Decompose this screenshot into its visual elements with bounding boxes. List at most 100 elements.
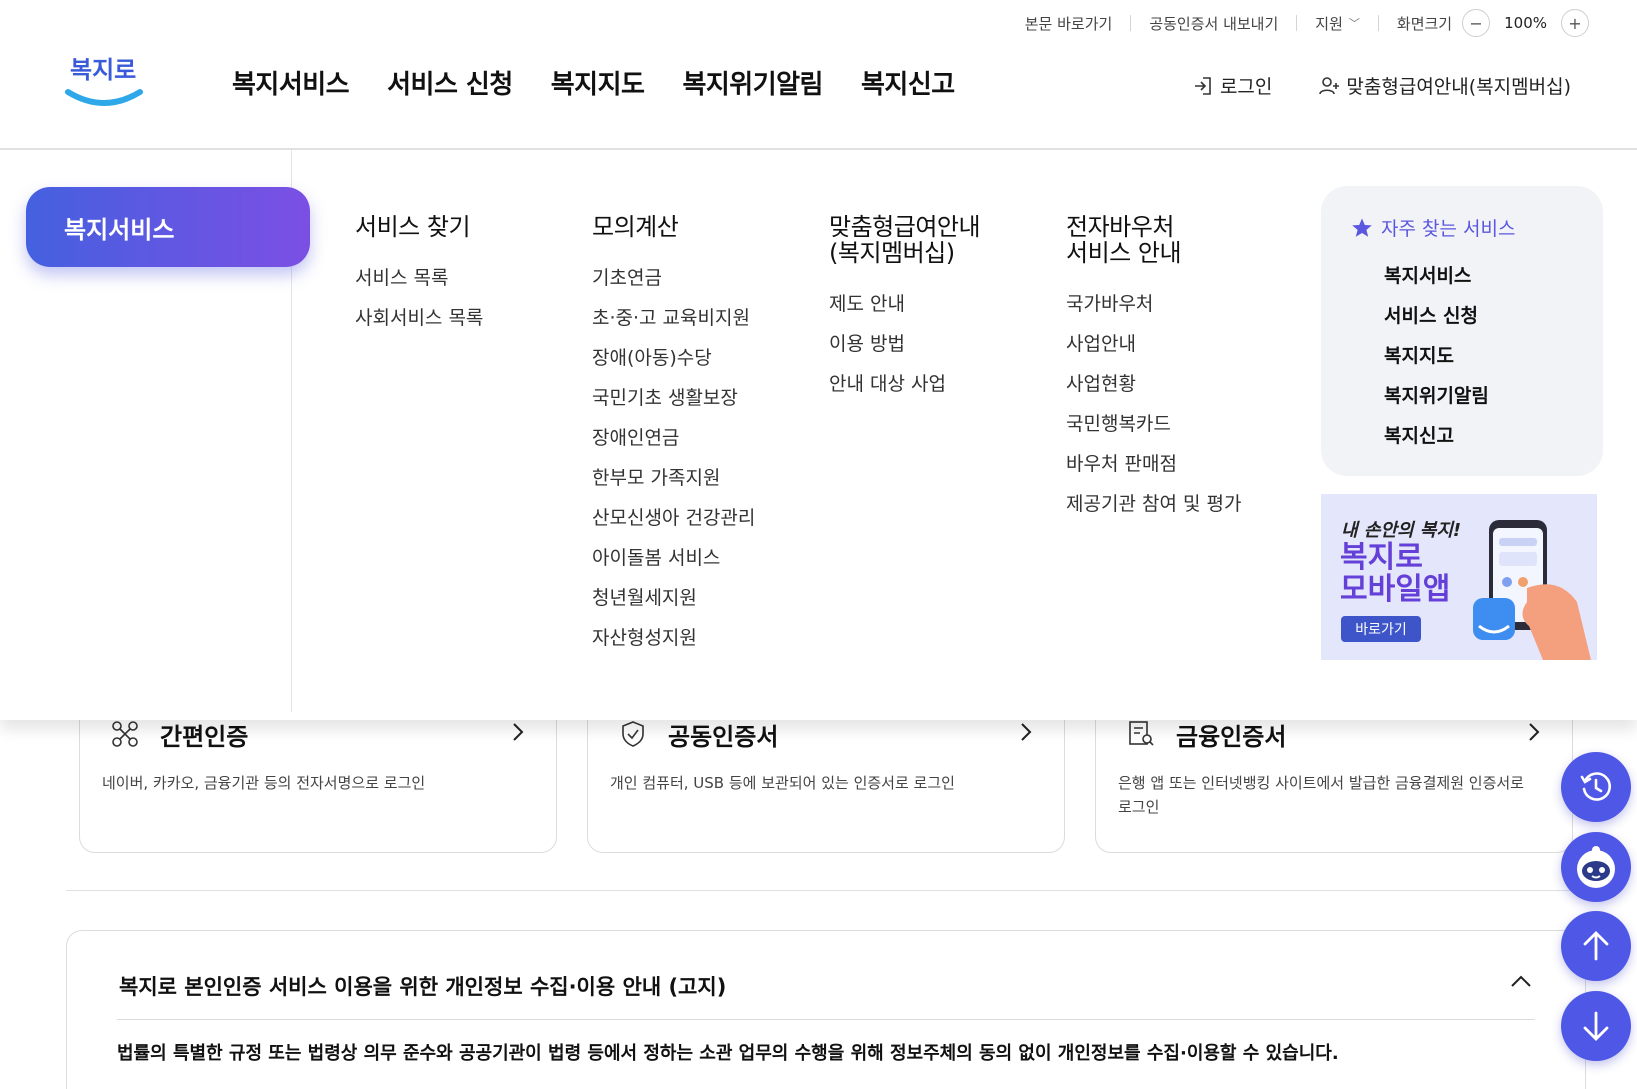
auth-card-title: 공동인증서 — [668, 723, 779, 751]
user-add-icon — [1319, 76, 1340, 94]
banner-go-button[interactable]: 바로가기 — [1341, 616, 1421, 642]
shield-check-icon — [622, 721, 644, 747]
header-actions: 로그인 맞춤형급여안내(복지멤버십) — [1192, 72, 1571, 99]
favorite-link[interactable]: 복지지도 — [1384, 336, 1489, 376]
nav-item-welfare-report[interactable]: 복지신고 — [861, 64, 955, 101]
menu-link[interactable]: 국가바우처 — [1066, 284, 1241, 324]
membership-link[interactable]: 맞춤형급여안내(복지멤버십) — [1318, 72, 1571, 99]
cert-export-link[interactable]: 공동인증서 내보내기 — [1149, 13, 1278, 34]
menu-link[interactable]: 사업안내 — [1066, 324, 1241, 364]
nav-item-crisis-alert[interactable]: 복지위기알림 — [682, 64, 823, 101]
chevron-right-icon — [1529, 723, 1540, 741]
login-button[interactable]: 로그인 — [1192, 72, 1272, 99]
auth-card-desc: 네이버, 카카오, 금융기관 등의 전자서명으로 로그인 — [102, 774, 426, 792]
support-dropdown[interactable]: 지원 ﹀ — [1315, 13, 1360, 34]
auth-card-title: 금융인증서 — [1176, 723, 1287, 751]
menu-column-title[interactable]: 모의계산 — [592, 214, 755, 240]
chatbot-face-icon — [1577, 846, 1615, 888]
auth-card-desc: 은행 앱 또는 인터넷뱅킹 사이트에서 발급한 금융결제원 인증서로 로그인 — [1118, 774, 1524, 816]
menu-column-title[interactable]: 맞춤형급여안내 (복지멤버십) — [829, 214, 981, 266]
auth-card-title: 간편인증 — [160, 723, 249, 751]
menu-link[interactable]: 국민행복카드 — [1066, 404, 1241, 444]
link-nodes-icon — [112, 721, 138, 747]
star-icon — [1352, 218, 1372, 237]
banner-title: 복지로 모바일앱 — [1340, 540, 1451, 607]
utility-bar: 본문 바로가기 공동인증서 내보내기 지원 ﹀ 화면크기 − 100% + — [1025, 9, 1589, 37]
menu-link[interactable]: 사회서비스 목록 — [355, 298, 483, 338]
menu-link[interactable]: 서비스 목록 — [355, 258, 483, 298]
chevron-right-icon — [1021, 723, 1032, 741]
menu-link[interactable]: 자산형성지원 — [592, 618, 755, 658]
menu-link[interactable]: 기초연금 — [592, 258, 755, 298]
site-logo[interactable]: 복지로 — [64, 48, 144, 114]
menu-link[interactable]: 사업현황 — [1066, 364, 1241, 404]
zoom-label: 화면크기 — [1396, 14, 1453, 33]
arrow-up-icon — [1583, 931, 1609, 961]
auth-card-desc: 개인 컴퓨터, USB 등에 보관되어 있는 인증서로 로그인 — [610, 774, 955, 792]
favorites-panel: 자주 찾는 서비스 복지서비스 서비스 신청 복지지도 복지위기알림 복지신고 — [1321, 186, 1603, 476]
mega-menu: 복지서비스 서비스 찾기 서비스 목록 사회서비스 목록 모의계산 기초연금 초… — [0, 150, 1637, 720]
chatbot-button[interactable] — [1561, 832, 1631, 902]
chevron-up-icon[interactable] — [1509, 973, 1533, 989]
menu-column-find-service: 서비스 찾기 서비스 목록 사회서비스 목록 — [355, 214, 483, 338]
banner-tagline: 내 손안의 복지! — [1341, 520, 1462, 541]
zoom-in-button[interactable]: + — [1561, 9, 1589, 37]
login-icon — [1194, 76, 1211, 95]
scroll-bottom-button[interactable] — [1561, 991, 1631, 1061]
divider — [1296, 15, 1298, 31]
document-search-icon — [1129, 721, 1154, 746]
chevron-down-icon: ﹀ — [1348, 17, 1360, 30]
menu-link[interactable]: 국민기초 생활보장 — [592, 378, 755, 418]
zoom-out-button[interactable]: − — [1462, 9, 1491, 37]
menu-column-simulation: 모의계산 기초연금 초·중·고 교육비지원 장애(아동)수당 국민기초 생활보장… — [592, 214, 755, 658]
menu-link[interactable]: 아이돌봄 서비스 — [592, 538, 755, 578]
menu-link[interactable]: 산모신생아 건강관리 — [592, 498, 755, 538]
skip-to-content-link[interactable]: 본문 바로가기 — [1025, 13, 1113, 34]
favorite-link[interactable]: 복지서비스 — [1384, 256, 1489, 296]
privacy-notice-accordion: 복지로 본인인증 서비스 이용을 위한 개인정보 수집·이용 안내 (고지) 법… — [66, 930, 1586, 1089]
menu-column-membership: 맞춤형급여안내 (복지멤버십) 제도 안내 이용 방법 안내 대상 사업 — [829, 214, 981, 404]
mega-menu-active-category[interactable]: 복지서비스 — [26, 187, 310, 267]
support-label: 지원 — [1315, 14, 1343, 33]
recent-history-button[interactable] — [1561, 752, 1631, 822]
favorites-title: 자주 찾는 서비스 — [1351, 214, 1515, 241]
menu-link[interactable]: 제도 안내 — [829, 284, 980, 324]
favorite-link[interactable]: 복지위기알림 — [1384, 376, 1489, 416]
notice-title[interactable]: 복지로 본인인증 서비스 이용을 위한 개인정보 수집·이용 안내 (고지) — [119, 971, 726, 1001]
favorite-link[interactable]: 서비스 신청 — [1384, 296, 1489, 336]
menu-link[interactable]: 청년월세지원 — [592, 578, 755, 618]
favorites-title-label: 자주 찾는 서비스 — [1381, 218, 1516, 240]
divider — [1377, 15, 1379, 31]
menu-link[interactable]: 바우처 판매점 — [1066, 444, 1241, 484]
zoom-value: 100% — [1504, 14, 1547, 32]
notice-divider — [117, 1019, 1535, 1020]
menu-link[interactable]: 초·중·고 교육비지원 — [592, 298, 755, 338]
mobile-app-banner[interactable]: 내 손안의 복지! 복지로 모바일앱 바로가기 — [1321, 494, 1597, 660]
nav-item-welfare-map[interactable]: 복지지도 — [551, 64, 645, 101]
main-nav: 복지서비스 서비스 신청 복지지도 복지위기알림 복지신고 — [232, 64, 955, 101]
menu-link[interactable]: 장애인연금 — [592, 418, 755, 458]
nav-item-service-apply[interactable]: 서비스 신청 — [387, 64, 513, 101]
menu-link[interactable]: 장애(아동)수당 — [592, 338, 755, 378]
chevron-right-icon — [513, 723, 524, 741]
menu-link[interactable]: 이용 방법 — [829, 324, 980, 364]
membership-label: 맞춤형급여안내(복지멤버십) — [1346, 76, 1571, 98]
notice-body: 법률의 특별한 규정 또는 법령상 의무 준수와 공공기관이 법령 등에서 정하… — [117, 1043, 1339, 1064]
menu-column-title[interactable]: 서비스 찾기 — [355, 214, 483, 240]
arrow-down-icon — [1583, 1011, 1609, 1041]
history-clock-icon — [1580, 772, 1612, 801]
menu-link[interactable]: 제공기관 참여 및 평가 — [1066, 484, 1241, 524]
nav-item-welfare-service[interactable]: 복지서비스 — [232, 64, 350, 101]
menu-column-voucher: 전자바우처 서비스 안내 국가바우처 사업안내 사업현황 국민행복카드 바우처 … — [1066, 214, 1241, 524]
menu-column-title[interactable]: 전자바우처 서비스 안내 — [1066, 214, 1241, 266]
favorite-link[interactable]: 복지신고 — [1384, 416, 1489, 456]
logo-text: 복지로 — [70, 56, 136, 84]
phone-in-hand-icon — [1473, 520, 1591, 660]
login-label: 로그인 — [1219, 76, 1273, 98]
menu-link[interactable]: 한부모 가족지원 — [592, 458, 755, 498]
scroll-top-button[interactable] — [1561, 911, 1631, 981]
divider — [1130, 15, 1132, 31]
section-divider — [66, 890, 1571, 891]
logo-mark: 복지로 — [65, 56, 143, 106]
menu-link[interactable]: 안내 대상 사업 — [829, 364, 980, 404]
